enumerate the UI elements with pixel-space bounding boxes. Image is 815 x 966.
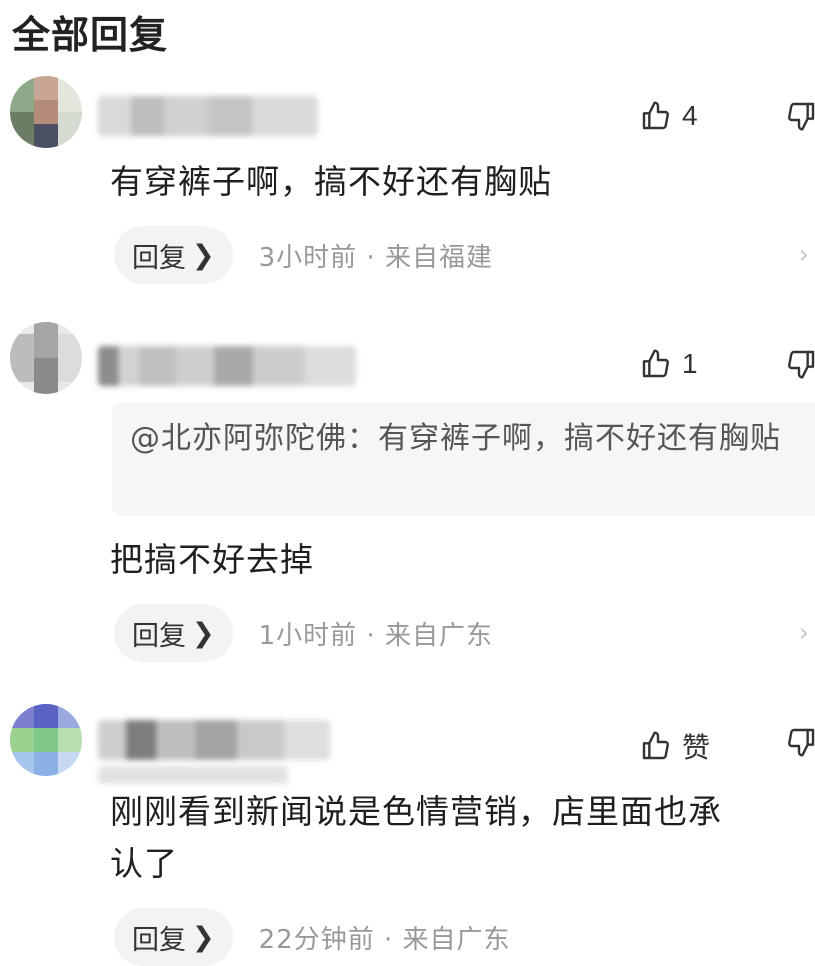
thumbs-up-icon xyxy=(642,349,669,378)
thumbs-down-icon xyxy=(788,350,815,379)
chevron-right-icon[interactable]: › xyxy=(799,618,809,648)
avatar[interactable] xyxy=(10,322,82,394)
reply-row: 回复 ❯ 1小时前 · 来自广东 xyxy=(114,604,493,662)
reply-button[interactable]: 回复 ❯ xyxy=(114,604,233,662)
like-count: 4 xyxy=(682,100,698,131)
comment-meta: 22分钟前 · 来自广东 xyxy=(258,924,511,955)
page-title: 全部回复 xyxy=(12,13,169,57)
username-redacted[interactable] xyxy=(98,720,330,760)
reply-row: 回复 ❯ 3小时前 · 来自福建 xyxy=(114,226,493,284)
thumbs-down-icon xyxy=(788,728,815,757)
thumbs-down-icon xyxy=(788,102,815,131)
chevron-right-icon: ❯ xyxy=(192,617,215,649)
chevron-right-icon: ❯ xyxy=(192,239,215,271)
comment-text-line-1: 刚刚看到新闻说是色情营销，店里面也承 xyxy=(110,792,722,831)
username-redacted xyxy=(98,766,288,784)
comment-text: 有穿裤子啊，搞不好还有胸贴 xyxy=(110,162,552,201)
like-button[interactable]: 1 xyxy=(640,348,698,380)
thumbs-up-icon xyxy=(642,731,669,760)
like-label: 赞 xyxy=(682,732,711,763)
dislike-button[interactable] xyxy=(785,726,815,762)
chevron-right-icon: ❯ xyxy=(192,921,215,953)
reply-label: 回复 xyxy=(132,620,186,652)
comment-text: 把搞不好去掉 xyxy=(110,540,314,579)
like-button[interactable]: 赞 xyxy=(640,726,710,766)
thumbs-up-icon xyxy=(642,101,669,130)
dislike-button[interactable] xyxy=(785,100,815,136)
quoted-comment[interactable]: @北亦阿弥陀佛：有穿裤子啊，搞不好还有胸贴 xyxy=(112,402,815,516)
reply-button[interactable]: 回复 ❯ xyxy=(114,226,233,284)
reply-button[interactable]: 回复 ❯ xyxy=(114,908,233,966)
comment-meta: 1小时前 · 来自广东 xyxy=(258,620,493,651)
username-redacted[interactable] xyxy=(98,96,318,136)
chevron-right-icon[interactable]: › xyxy=(799,240,809,270)
comment-meta: 3小时前 · 来自福建 xyxy=(258,242,493,273)
reply-label: 回复 xyxy=(132,242,186,274)
like-button[interactable]: 4 xyxy=(640,100,698,132)
dislike-button[interactable] xyxy=(785,348,815,384)
like-count: 1 xyxy=(682,348,698,379)
reply-row: 回复 ❯ 22分钟前 · 来自广东 xyxy=(114,908,511,966)
avatar[interactable] xyxy=(10,704,82,776)
avatar[interactable] xyxy=(10,76,82,148)
comment-text-line-2: 认了 xyxy=(110,844,178,883)
username-redacted[interactable] xyxy=(98,346,356,386)
reply-label: 回复 xyxy=(132,924,186,956)
